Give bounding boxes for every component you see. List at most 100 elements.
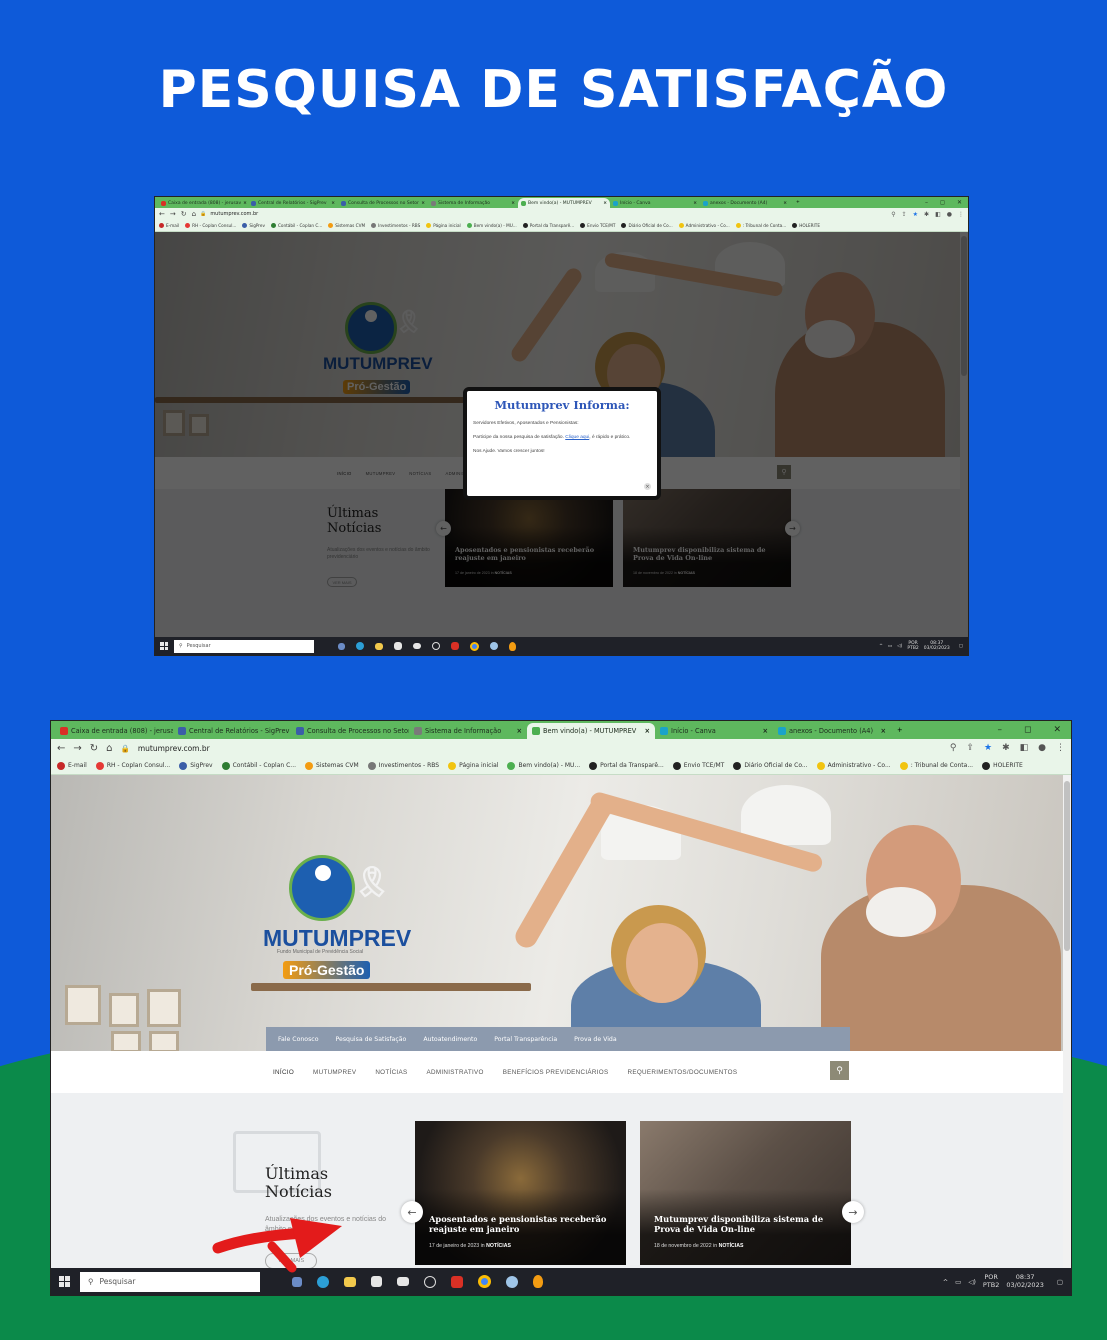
bookmark-item[interactable]: Sistemas CVM xyxy=(328,223,365,228)
store-icon[interactable] xyxy=(371,1276,382,1287)
popup-close-button[interactable]: × xyxy=(644,483,651,490)
reload-icon[interactable]: ↻ xyxy=(181,210,187,218)
nav-item[interactable]: ADMINISTRATIVO xyxy=(426,1069,483,1076)
bookmark-item[interactable]: Sistemas CVM xyxy=(305,761,359,770)
close-tab-icon[interactable]: × xyxy=(421,201,425,206)
mail-icon[interactable] xyxy=(397,1277,409,1286)
language-indicator[interactable]: POR PTB2 xyxy=(983,1273,1000,1289)
close-tab-icon[interactable]: × xyxy=(516,727,522,735)
news-card[interactable]: Mutumprev disponibiliza sistema de Prova… xyxy=(640,1121,851,1265)
close-tab-icon[interactable]: × xyxy=(243,201,247,206)
chrome-icon[interactable] xyxy=(470,641,479,651)
profile-avatar[interactable]: ● xyxy=(1038,743,1046,753)
close-window-icon[interactable]: ✕ xyxy=(1053,725,1061,735)
close-tab-icon[interactable]: × xyxy=(331,201,335,206)
close-tab-icon[interactable]: × xyxy=(783,201,787,206)
browser-tab[interactable]: Consulta de Processos no Setor× xyxy=(338,198,428,208)
edge-icon[interactable] xyxy=(317,1275,329,1288)
forward-icon[interactable]: → xyxy=(73,743,81,754)
extensions-icon[interactable]: ✱ xyxy=(924,211,929,218)
zoom-icon[interactable]: ⚲ xyxy=(891,211,895,218)
extensions-icon[interactable]: ✱ xyxy=(1002,743,1010,753)
bookmark-item[interactable]: Diário Oficial de Co... xyxy=(621,223,673,228)
task-view-icon[interactable] xyxy=(338,642,345,650)
chrome-icon[interactable] xyxy=(478,1275,491,1288)
tray-chevron-icon[interactable]: ^ xyxy=(879,644,883,649)
mutumprev-logo[interactable]: 🎗 MUTUMPREV Fundo Municipal de Previdênc… xyxy=(261,851,421,991)
volume-icon[interactable]: ◁) xyxy=(897,644,902,649)
fire-app-icon[interactable] xyxy=(533,1275,543,1288)
sidepanel-icon[interactable]: ◧ xyxy=(935,211,941,218)
bookmark-item[interactable]: : Tribunal de Conta... xyxy=(899,761,973,770)
maximize-icon[interactable]: ◻ xyxy=(940,199,945,206)
site-search-button[interactable]: ⚲ xyxy=(830,1061,849,1080)
browser-tab[interactable]: Central de Relatórios - SigPrev× xyxy=(173,723,291,739)
home-icon[interactable]: ⌂ xyxy=(192,210,196,218)
clock[interactable]: 08:37 03/02/2023 xyxy=(924,641,950,651)
nav-item[interactable]: MUTUMPREV xyxy=(313,1069,356,1076)
network-icon[interactable]: ▭ xyxy=(955,1278,961,1286)
close-tab-icon[interactable]: × xyxy=(880,727,886,735)
new-tab-icon[interactable]: + xyxy=(891,726,909,734)
bookmark-item[interactable]: Portal da Transparê... xyxy=(589,761,664,770)
nav-item[interactable]: BENEFÍCIOS PREVIDENCIÁRIOS xyxy=(503,1069,609,1076)
bookmark-item[interactable]: Contábil - Coplan C... xyxy=(271,223,322,228)
share-icon[interactable]: ⇪ xyxy=(966,743,974,753)
close-window-icon[interactable]: ✕ xyxy=(957,199,962,206)
paint-icon[interactable] xyxy=(506,1275,518,1288)
bookmark-item[interactable]: Bem vindo(a) - MU... xyxy=(466,223,517,228)
profile-avatar[interactable]: ● xyxy=(947,211,952,218)
url-field[interactable]: mutumprev.com.br xyxy=(210,211,258,217)
file-explorer-icon[interactable] xyxy=(375,642,383,650)
bookmark-item[interactable]: HOLERITE xyxy=(792,223,820,228)
bookmark-star-icon[interactable]: ★ xyxy=(984,743,992,753)
menu-icon[interactable]: ⋮ xyxy=(1056,743,1065,753)
close-tab-icon[interactable]: × xyxy=(693,201,697,206)
antivirus-icon[interactable] xyxy=(451,642,459,650)
browser-tab[interactable]: Sistema de Informação × xyxy=(409,723,527,739)
windows-start-icon[interactable] xyxy=(59,1276,70,1287)
language-indicator[interactable]: POR PTB2 xyxy=(907,641,918,651)
bookmark-item[interactable]: E-mail xyxy=(57,761,87,770)
close-tab-icon[interactable]: × xyxy=(644,727,650,735)
windows-start-icon[interactable] xyxy=(160,642,168,650)
file-explorer-icon[interactable] xyxy=(344,1276,356,1287)
share-icon[interactable]: ⇪ xyxy=(902,211,907,218)
notifications-icon[interactable]: ▢ xyxy=(1057,1278,1063,1286)
bookmark-item[interactable]: Página inicial xyxy=(426,223,461,228)
top-menu-item[interactable]: Portal Transparência xyxy=(494,1036,557,1043)
minimize-icon[interactable]: – xyxy=(925,199,928,206)
bookmark-item[interactable]: Contábil - Coplan C... xyxy=(221,761,296,770)
paint-icon[interactable] xyxy=(490,642,498,650)
top-menu-item[interactable]: Prova de Vida xyxy=(574,1036,616,1043)
dell-icon[interactable] xyxy=(424,1275,436,1288)
volume-icon[interactable]: ◁) xyxy=(968,1278,976,1286)
close-tab-icon[interactable]: × xyxy=(762,727,768,735)
store-icon[interactable] xyxy=(394,642,402,650)
reload-icon[interactable]: ↻ xyxy=(90,743,98,754)
browser-tab[interactable]: Central de Relatórios - SigPrev× xyxy=(248,198,338,208)
bookmark-item[interactable]: Bem vindo(a) - MU... xyxy=(507,761,580,770)
minimize-icon[interactable]: – xyxy=(997,725,1002,735)
bookmark-item[interactable]: Envio TCE/MT xyxy=(580,223,615,228)
bookmark-item[interactable]: : Tribunal de Conta... xyxy=(735,223,786,228)
bookmark-item[interactable]: RH - Coplan Consul... xyxy=(185,223,236,228)
survey-link[interactable]: Clique aqui xyxy=(565,435,589,440)
nav-item[interactable]: NOTÍCIAS xyxy=(375,1069,407,1076)
bookmark-item[interactable]: SigPrev xyxy=(242,223,265,228)
bookmark-star-icon[interactable]: ★ xyxy=(913,211,918,218)
browser-tab[interactable]: Bem vindo(a) - MUTUMPREV × xyxy=(527,723,655,739)
sidepanel-icon[interactable]: ◧ xyxy=(1020,743,1029,753)
maximize-icon[interactable]: ◻ xyxy=(1024,725,1031,735)
top-menu-item[interactable]: Pesquisa de Satisfação xyxy=(336,1036,407,1043)
zoom-icon[interactable]: ⚲ xyxy=(950,743,957,753)
page-scrollbar[interactable] xyxy=(1063,775,1071,1268)
browser-tab[interactable]: Início - Canva × xyxy=(655,723,773,739)
bookmark-item[interactable]: HOLERITE xyxy=(982,761,1023,770)
back-icon[interactable]: ← xyxy=(57,743,65,754)
browser-tab[interactable]: Caixa de entrada (808) - jerusav× xyxy=(158,198,248,208)
browser-tab[interactable]: anexos - Documento (A4) × xyxy=(700,198,790,208)
top-menu-item[interactable]: Autoatendimento xyxy=(423,1036,477,1043)
bookmark-item[interactable]: Diário Oficial de Co... xyxy=(733,761,808,770)
bookmark-item[interactable]: Portal da Transparê... xyxy=(522,223,574,228)
